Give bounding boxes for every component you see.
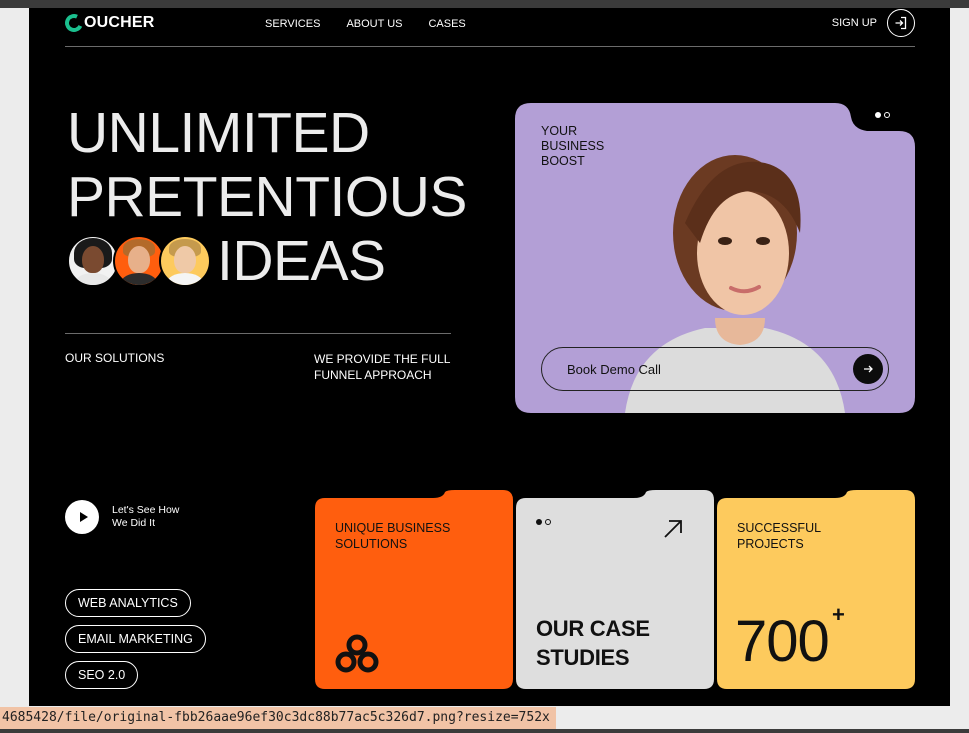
play-icon [79, 512, 88, 522]
card-title: UNIQUE BUSINESS SOLUTIONS [335, 521, 451, 551]
logo-mark-icon [62, 11, 86, 35]
tag-web-analytics[interactable]: WEB ANALYTICS [65, 589, 191, 617]
projects-count-suffix: + [832, 602, 845, 627]
team-avatars [67, 235, 211, 287]
carousel-dot[interactable] [884, 112, 890, 118]
headline-line-1: UNLIMITED [67, 101, 370, 165]
main-nav: SERVICES ABOUT US CASES [265, 18, 466, 30]
case-studies-title: OUR CASE STUDIES [536, 616, 650, 670]
funnel-description: WE PROVIDE THE FULL FUNNEL APPROACH [314, 352, 451, 382]
play-caption[interactable]: Let's See How We Did It [112, 504, 192, 530]
card-title: SUCCESSFUL PROJECTS [737, 521, 821, 551]
carousel-dot-active[interactable] [875, 112, 881, 118]
headline-line-2: PRETENTIOUS [67, 165, 467, 229]
window-bottom-bar [0, 729, 969, 733]
sign-in-button[interactable] [887, 9, 915, 37]
projects-count: 700 [735, 609, 830, 674]
tag-email-marketing[interactable]: EMAIL MARKETING [65, 625, 206, 653]
card-carousel-dots[interactable] [536, 519, 551, 525]
window-top-bar [0, 0, 969, 8]
landing-page: OUCHER SERVICES ABOUT US CASES SIGN UP U… [29, 8, 950, 706]
tag-seo[interactable]: SEO 2.0 [65, 661, 139, 689]
arrow-right-icon [864, 365, 873, 373]
play-video-button[interactable] [65, 500, 99, 534]
avatar [67, 235, 119, 287]
sign-up-label[interactable]: SIGN UP [832, 17, 877, 29]
solutions-divider [65, 333, 451, 334]
brand-logo[interactable]: OUCHER [62, 11, 155, 35]
header-divider [65, 46, 915, 47]
hero-headline: UNLIMITED PRETENTIOUS IDEAS [67, 101, 467, 293]
card-case-studies[interactable]: OUR CASE STUDIES [516, 490, 714, 689]
trefoil-logo-icon [335, 634, 379, 673]
avatar [159, 235, 211, 287]
nav-item-services[interactable]: SERVICES [265, 18, 320, 30]
status-bar-url: 4685428/file/original-fbb26aae96ef30c3dc… [0, 707, 556, 729]
hero-card: YOUR BUSINESS BOOST Book Demo Call [515, 103, 915, 413]
brand-name: OUCHER [84, 14, 155, 31]
book-demo-submit-button[interactable] [853, 354, 883, 384]
login-arrow-icon [895, 16, 907, 30]
carousel-dot[interactable] [545, 519, 551, 525]
carousel-dots[interactable] [875, 112, 890, 118]
arrow-up-right-icon[interactable] [662, 518, 684, 540]
book-demo-call-field[interactable]: Book Demo Call [541, 347, 889, 391]
sign-up-control[interactable]: SIGN UP [832, 9, 915, 37]
nav-item-about-us[interactable]: ABOUT US [346, 18, 402, 30]
nav-item-cases[interactable]: CASES [428, 18, 465, 30]
headline-line-3: IDEAS [67, 229, 467, 293]
card-unique-solutions[interactable]: UNIQUE BUSINESS SOLUTIONS [315, 490, 513, 689]
avatar [113, 235, 165, 287]
book-demo-label: Book Demo Call [567, 361, 661, 377]
card-kicker: YOUR BUSINESS BOOST [541, 124, 605, 168]
headline-line-3-text: IDEAS [217, 229, 386, 293]
solutions-label: OUR SOLUTIONS [65, 351, 165, 365]
carousel-dot-active[interactable] [536, 519, 542, 525]
card-successful-projects[interactable]: SUCCESSFUL PROJECTS 700 + [717, 490, 915, 689]
